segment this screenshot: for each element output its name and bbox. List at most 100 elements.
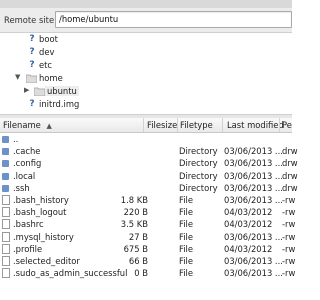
file-name: .bash_logout (13, 207, 67, 218)
file-row[interactable]: .mysql_history 27 B File 03/06/2013 ... -rw (0, 231, 296, 243)
column-filename[interactable]: Filename ▲ (3, 120, 52, 130)
file-size: 27 B (128, 231, 148, 242)
file-permissions: -rw (282, 231, 296, 242)
remote-path-value: /home/ubuntu (59, 14, 119, 24)
remote-directory-tree: ? boot ? dev ? etc ▼ home ▶ ubuntu ? ini… (0, 33, 292, 114)
file-row[interactable]: .bashrc 3.5 KB File 04/03/2012 -rw (0, 218, 296, 230)
file-modified: 04/03/2012 (224, 219, 273, 230)
file-name: .config (13, 158, 42, 169)
file-name: .cache (13, 146, 41, 157)
file-permissions: -rw (282, 207, 296, 218)
file-icon (2, 256, 10, 266)
collapsed-arrow-icon[interactable]: ▶ (24, 86, 32, 96)
file-modified: 03/06/2013 ... (224, 170, 283, 181)
file-permissions: drw (282, 158, 298, 169)
remote-site-bar: Remote site: /home/ubuntu (0, 8, 292, 33)
file-name: .. (13, 134, 19, 144)
file-row[interactable]: .profile 675 B File 04/03/2012 -rw (0, 243, 295, 255)
file-name: .local (13, 170, 36, 181)
file-modified: 04/03/2012 (224, 207, 273, 218)
folder-icon (2, 136, 9, 143)
file-row[interactable]: .selected_editor 66 B File 03/06/2013 ... -r… (0, 255, 296, 267)
tree-item-home[interactable]: ▼ home (0, 72, 292, 85)
file-row[interactable]: .sudo_as_admin_successful 0 B File 03/06/20… (0, 267, 296, 279)
file-modified: 03/06/2013 ... (224, 256, 283, 266)
file-type: Directory (179, 182, 218, 193)
unknown-folder-icon: ? (29, 60, 35, 70)
file-icon (2, 231, 10, 242)
file-type: File (179, 219, 194, 230)
tree-item-label: dev (39, 47, 55, 57)
file-name: .sudo_as_admin_successful (13, 268, 128, 279)
file-size: 1.8 KB (120, 195, 148, 205)
column-separator[interactable] (279, 118, 280, 132)
file-type: File (179, 268, 194, 279)
file-icon (2, 195, 10, 205)
column-separator[interactable] (143, 118, 144, 132)
file-icon (2, 207, 10, 218)
file-name: .mysql_history (13, 231, 74, 242)
file-modified: 03/06/2013 ... (224, 182, 283, 193)
file-name: .profile (13, 243, 43, 254)
file-type: Directory (179, 170, 218, 181)
unknown-folder-icon: ? (29, 99, 35, 109)
expanded-arrow-icon[interactable]: ▼ (15, 73, 23, 83)
file-type: File (179, 195, 194, 205)
file-modified: 04/03/2012 (224, 243, 273, 254)
folder-icon (2, 160, 9, 168)
file-name: .bashrc (13, 219, 44, 230)
column-filetype[interactable]: Filetype (180, 120, 213, 130)
file-row[interactable]: .ssh Directory 03/06/2013 ... drw (0, 182, 298, 194)
file-name: .bash_history (13, 195, 69, 205)
file-type: File (179, 243, 194, 254)
file-permissions: drw (282, 146, 298, 157)
tree-item-initrd[interactable]: ? initrd.img (0, 98, 292, 111)
file-size: 220 B (123, 207, 148, 218)
tree-item-dev[interactable]: ? dev (0, 46, 292, 59)
file-permissions: -rw (282, 268, 296, 279)
file-icon (2, 268, 10, 279)
file-row[interactable]: .local Directory 03/06/2013 ... drw (0, 170, 298, 182)
file-type: File (179, 231, 194, 242)
file-type: File (179, 256, 194, 266)
tree-item-label: etc (39, 60, 53, 70)
column-permissions[interactable]: Pe (282, 120, 292, 130)
file-name: .selected_editor (13, 256, 80, 266)
remote-file-list: .. .cache Directory 03/06/2013 ... drw .confi… (0, 133, 298, 300)
file-type: File (179, 207, 194, 218)
tree-item-label: ubuntu (45, 86, 79, 96)
file-modified: 03/06/2013 ... (224, 195, 283, 205)
file-permissions: -rw (282, 256, 296, 266)
file-icon (2, 219, 10, 230)
column-separator[interactable] (222, 118, 223, 132)
tree-item-etc[interactable]: ? etc (0, 59, 292, 72)
file-list-header: Filename ▲ Filesize Filetype Last modifi… (0, 118, 292, 133)
column-filename-label: Filename (3, 120, 41, 130)
tree-item-ubuntu[interactable]: ▶ ubuntu (0, 85, 292, 98)
file-row[interactable]: .. (0, 133, 292, 145)
file-size: 3.5 KB (120, 219, 148, 230)
file-modified: 03/06/2013 ... (224, 146, 283, 157)
tree-item-label: boot (39, 34, 58, 44)
file-type: Directory (179, 158, 218, 169)
file-permissions: drw (282, 170, 298, 181)
tree-item-boot[interactable]: ? boot (0, 33, 292, 46)
file-modified: 03/06/2013 ... (224, 158, 283, 169)
file-row[interactable]: .cache Directory 03/06/2013 ... drw (0, 145, 298, 157)
file-modified: 03/06/2013 ... (224, 268, 283, 279)
remote-site-label: Remote site: (4, 15, 57, 25)
column-last-modified[interactable]: Last modified (227, 120, 284, 130)
file-row[interactable]: .bash_history 1.8 KB File 03/06/2013 ... -rw (0, 194, 295, 206)
file-icon (2, 243, 10, 254)
file-permissions: -rw (282, 219, 296, 230)
file-permissions: drw (282, 182, 298, 193)
remote-path-input[interactable]: /home/ubuntu (55, 11, 292, 28)
unknown-folder-icon: ? (29, 47, 35, 57)
column-separator[interactable] (177, 118, 178, 132)
column-filesize[interactable]: Filesize (147, 120, 177, 130)
file-size: 66 B (128, 256, 148, 266)
folder-icon (2, 172, 9, 180)
file-row[interactable]: .bash_logout 220 B File 04/03/2012 -rw (0, 206, 296, 218)
file-modified: 03/06/2013 ... (224, 231, 283, 242)
file-row[interactable]: .config Directory 03/06/2013 ... drw (0, 157, 298, 169)
